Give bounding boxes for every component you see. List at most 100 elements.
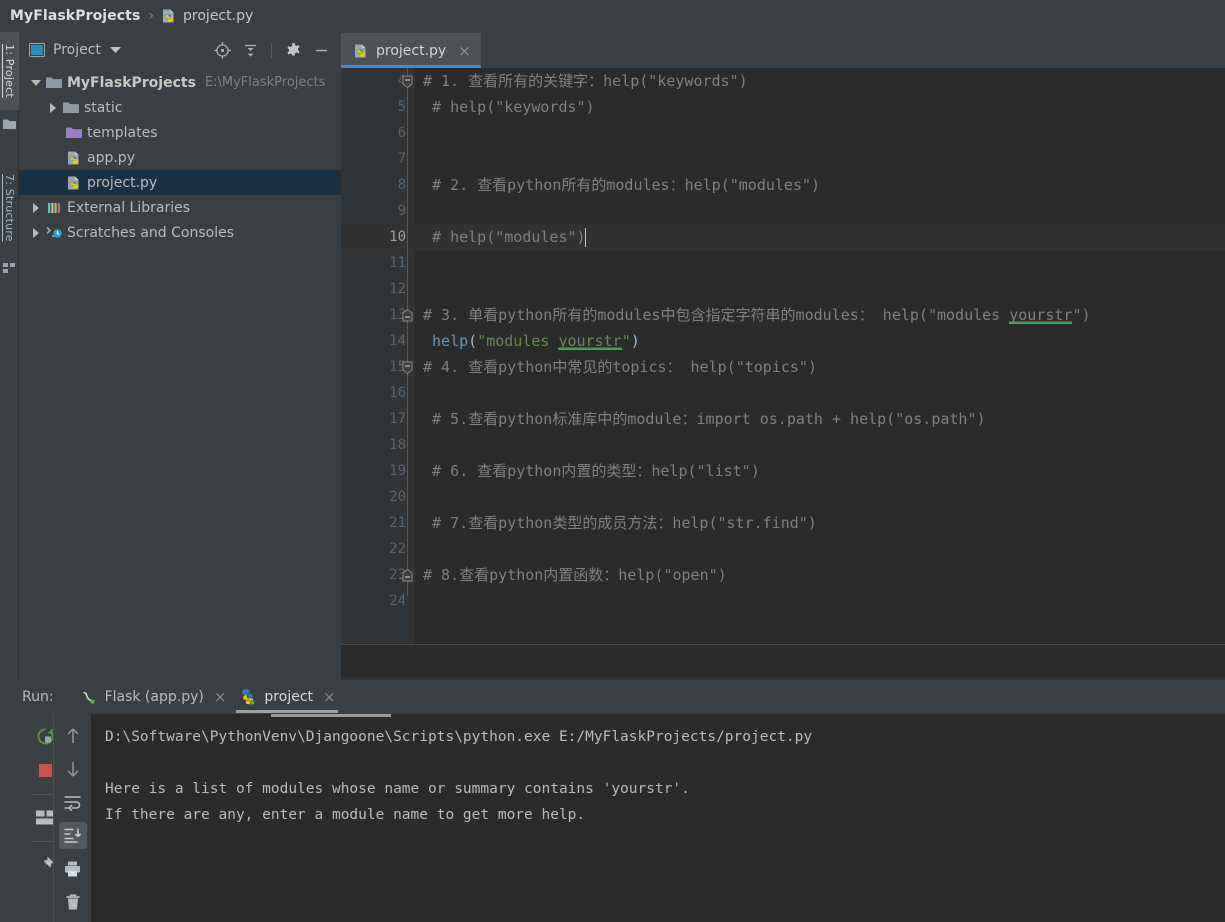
code-line[interactable]: # 3. 单看python所有的modules中包含指定字符串的modules：… [415,302,1225,328]
code-token: ") [1072,306,1091,324]
soft-wrap-icon[interactable] [59,789,87,816]
code-line[interactable]: # help("keywords") [415,94,1225,120]
code-token: ( [468,332,478,350]
run-tab-project[interactable]: project × [232,680,341,714]
up-arrow-icon[interactable] [59,722,87,749]
fold-start-icon[interactable] [400,302,415,328]
close-icon[interactable]: × [458,42,471,60]
code-line[interactable] [415,146,1225,172]
close-icon[interactable]: × [214,688,227,706]
console-scrollbar[interactable] [271,714,391,717]
editor-tab-project-py[interactable]: project.py × [341,33,481,68]
typo-token: yourstr [1009,306,1073,324]
console-line: Here is a list of modules whose name or … [105,781,690,797]
sidebar-item-project[interactable]: 1: Project [0,32,19,110]
code-token: # 8.查看python内置函数：help("open") [423,566,727,584]
code-line[interactable]: # 5.查看python标准库中的module：import os.path +… [415,406,1225,432]
structure-tab-icon [3,262,16,274]
down-arrow-icon[interactable] [59,755,87,782]
tree-node-scratches-and-consoles[interactable]: Scratches and Consoles [19,220,341,245]
run-tab-active-indicator [236,710,338,713]
code-editor[interactable]: 4 5 6 7 8 9 10 11 12 13 14 15 16 17 18 19 20 21 22 23 24 # 1… [341,68,1225,680]
toolbar-divider [271,42,272,58]
python-file-icon [64,175,84,191]
tree-label: Scratches and Consoles [67,224,234,241]
tree-node-myflaskprojects[interactable]: MyFlaskProjects E:\MyFlaskProjects [19,70,341,95]
run-toolbar-right [53,714,91,922]
python-file-icon [353,43,369,59]
tree-label: project.py [87,174,158,191]
chevron-right-icon[interactable] [27,227,44,238]
chevron-right-icon[interactable] [44,102,61,113]
close-icon[interactable]: × [323,688,336,706]
code-token: "modules [477,332,559,350]
code-line[interactable] [415,484,1225,510]
print-icon[interactable] [59,855,87,882]
tree-label: templates [87,124,158,141]
code-line[interactable]: # help("modules") [415,224,1225,250]
run-console-output[interactable]: D:\Software\PythonVenv\Djangoone\Scripts… [91,714,1225,922]
run-tab-flask[interactable]: Flask (app.py) × [74,680,233,714]
tree-node-external-libraries[interactable]: External Libraries [19,195,341,220]
tree-label: MyFlaskProjects [67,74,196,91]
tree-label: static [84,99,123,116]
fold-end-icon[interactable] [400,354,415,380]
project-tree[interactable]: MyFlaskProjects E:\MyFlaskProjects stati… [19,68,341,680]
gear-icon[interactable] [283,40,303,60]
fold-start-icon[interactable] [400,562,415,588]
code-line[interactable]: # 2. 查看python所有的modules：help("modules") [415,172,1225,198]
tree-node-project-py[interactable]: project.py [19,170,341,195]
tree-node-templates[interactable]: templates [19,120,341,145]
flask-icon [80,689,97,706]
code-line[interactable]: # 1. 查看所有的关键字：help("keywords") [415,68,1225,94]
fold-column[interactable] [400,68,415,680]
breadcrumb-root[interactable]: MyFlaskProjects [10,8,140,24]
code-line[interactable] [415,276,1225,302]
code-line[interactable]: # 8.查看python内置函数：help("open") [415,562,1225,588]
chevron-right-icon[interactable] [27,202,44,213]
trash-icon[interactable] [59,889,87,916]
console-line: If there are any, enter a module name to… [105,807,586,823]
code-line[interactable] [415,380,1225,406]
code-line[interactable]: # 4. 查看python中常见的topics： help("topics") [415,354,1225,380]
code-line[interactable] [415,536,1225,562]
fold-end-icon[interactable] [400,68,415,94]
python-run-icon [238,688,256,706]
code-token: help [423,332,469,350]
chevron-down-icon[interactable] [27,79,44,87]
code-token: # 4. 查看python中常见的topics： help("topics") [423,358,817,376]
folder-purple-icon [64,126,84,139]
text-caret [585,228,587,247]
editor-bottom-strip [341,644,1225,680]
code-line[interactable]: # 6. 查看python内置的类型：help("list") [415,458,1225,484]
code-line[interactable] [415,432,1225,458]
tree-label: app.py [87,149,135,166]
project-tool-window: Project MyFlaskProjects E:\MyFlaskProjec… [19,32,341,680]
fold-region-line [407,68,408,596]
code-line[interactable] [415,120,1225,146]
libraries-icon [44,201,64,215]
tree-node-app-py[interactable]: app.py [19,145,341,170]
code-line[interactable] [415,588,1225,614]
sidebar-item-structure[interactable]: 7: Structure [0,160,19,256]
collapse-all-icon[interactable] [240,40,260,60]
project-panel-toolbar [212,40,335,60]
breadcrumb-file[interactable]: project.py [183,8,253,24]
chevron-down-icon[interactable] [109,46,121,54]
scroll-to-end-icon[interactable] [58,821,87,850]
code-line[interactable]: # 7.查看python类型的成员方法：help("str.find") [415,510,1225,536]
python-file-icon [161,8,177,24]
scratches-icon [44,225,64,240]
tree-node-static[interactable]: static [19,95,341,120]
breadcrumb: MyFlaskProjects › project.py [0,0,1225,32]
code-text-area[interactable]: # 1. 查看所有的关键字：help("keywords") # help("k… [415,68,1225,680]
minimize-icon[interactable] [311,40,331,60]
code-line[interactable] [415,198,1225,224]
code-token: # 6. 查看python内置的类型：help("list") [423,462,760,480]
locate-icon[interactable] [212,40,232,60]
run-tabbar: Run: Flask (app.py) × project × [0,680,1225,714]
code-line[interactable]: help("modules yourstr") [415,328,1225,354]
code-line[interactable] [415,250,1225,276]
project-panel-title: Project [53,42,101,58]
code-token: # 2. 查看python所有的modules：help("modules") [423,176,821,194]
